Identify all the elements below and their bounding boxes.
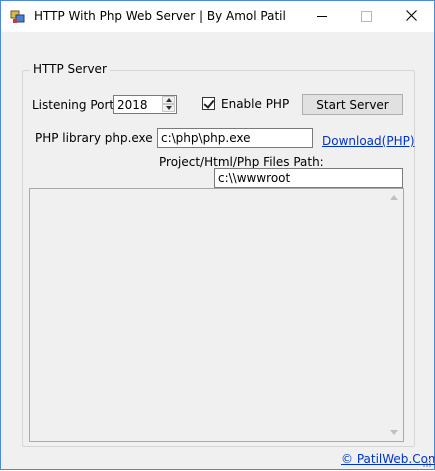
group-legend: HTTP Server [30, 62, 110, 76]
title-bar[interactable]: HTTP With Php Web Server | By Amol Patil [1, 1, 434, 32]
start-server-button[interactable]: Start Server [302, 94, 403, 115]
spin-down-button[interactable] [162, 104, 175, 112]
download-php-link[interactable]: Download(PHP) [322, 134, 415, 148]
window-title: HTTP With Php Web Server | By Amol Patil [34, 9, 286, 23]
patilweb-link[interactable]: © PatilWeb.Com [341, 452, 435, 466]
app-icon [10, 9, 26, 25]
listening-port-label: Listening Port : [32, 98, 122, 112]
php-path-input[interactable]: c:\php\php.exe [157, 128, 313, 148]
arrow-up-icon [166, 98, 172, 102]
project-path-label: Project/Html/Php Files Path: [159, 155, 324, 169]
port-stepper[interactable]: 2018 [113, 95, 177, 114]
arrow-down-icon [166, 106, 172, 110]
minimize-button[interactable] [299, 1, 344, 32]
checkmark-icon [203, 97, 215, 109]
port-spin [162, 96, 176, 113]
minimize-icon [316, 16, 327, 17]
close-button[interactable] [389, 1, 434, 32]
project-path-input[interactable]: c:\\wwwroot [214, 168, 403, 188]
log-scrollbar[interactable] [386, 189, 403, 441]
scroll-down-icon[interactable] [390, 430, 398, 435]
scroll-up-icon[interactable] [390, 195, 398, 200]
enable-php-label[interactable]: Enable PHP [221, 97, 289, 111]
spin-up-button[interactable] [162, 96, 175, 104]
maximize-button[interactable] [344, 1, 389, 32]
server-log-textarea[interactable] [29, 188, 404, 442]
app-window: HTTP With Php Web Server | By Amol Patil… [0, 0, 435, 470]
close-icon [406, 9, 417, 24]
resize-grip-icon[interactable] [422, 457, 432, 467]
maximize-icon [361, 11, 372, 22]
enable-php-checkbox[interactable] [202, 97, 215, 110]
port-value[interactable]: 2018 [117, 98, 148, 112]
